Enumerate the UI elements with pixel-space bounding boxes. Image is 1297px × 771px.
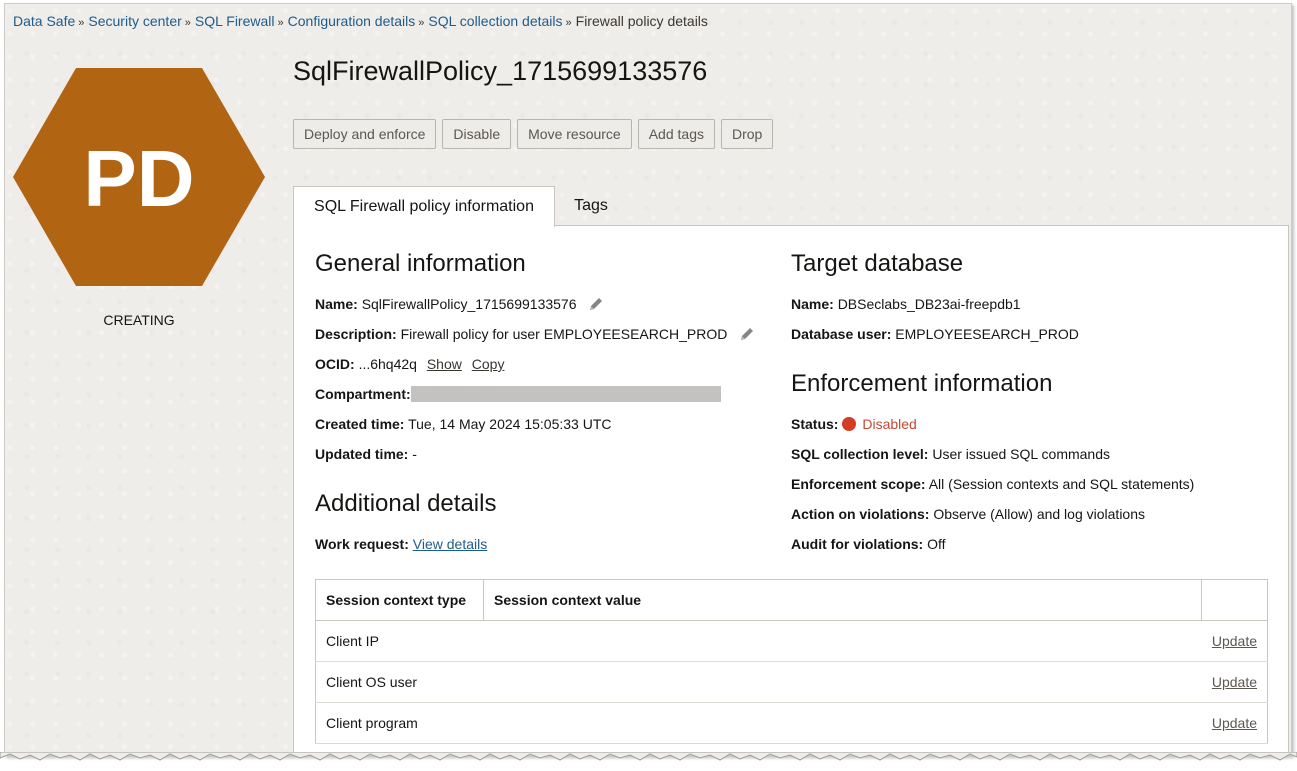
breadcrumb-separator: » bbox=[184, 17, 191, 29]
resource-badge-hexagon: PD bbox=[13, 68, 265, 286]
target-name-label: Name: bbox=[791, 296, 834, 312]
name-label: Name: bbox=[315, 296, 358, 312]
audit-for-violations-row: Audit for violations: Off bbox=[791, 536, 946, 552]
status-label: Status: bbox=[791, 416, 839, 432]
breadcrumb-separator: » bbox=[277, 17, 284, 29]
description-row: Description: Firewall policy for user EM… bbox=[315, 326, 755, 342]
database-user-value: EMPLOYEESEARCH_PROD bbox=[895, 326, 1079, 342]
description-label: Description: bbox=[315, 326, 397, 342]
action-on-violations-value: Observe (Allow) and log violations bbox=[933, 506, 1145, 522]
compartment-label: Compartment: bbox=[315, 386, 411, 402]
database-user-row: Database user: EMPLOYEESEARCH_PROD bbox=[791, 326, 1079, 342]
database-user-label: Database user: bbox=[791, 326, 892, 342]
work-request-row: Work request: View details bbox=[315, 536, 487, 552]
breadcrumb-security-center[interactable]: Security center bbox=[88, 13, 181, 29]
breadcrumb-current: Firewall policy details bbox=[575, 13, 708, 29]
ocid-copy-link[interactable]: Copy bbox=[472, 356, 505, 372]
general-information-heading: General information bbox=[315, 250, 526, 277]
description-value: Firewall policy for user EMPLOYEESEARCH_… bbox=[400, 326, 728, 342]
enforcement-scope-row: Enforcement scope: All (Session contexts… bbox=[791, 476, 1194, 492]
table-header-row: Session context type Session context val… bbox=[315, 579, 1268, 621]
status-value: Disabled bbox=[862, 416, 917, 432]
breadcrumb: Data Safe» Security center» SQL Firewall» C… bbox=[13, 13, 708, 29]
add-tags-button[interactable]: Add tags bbox=[637, 119, 715, 149]
updated-time-row: Updated time: - bbox=[315, 446, 417, 462]
sql-collection-level-row: SQL collection level: User issued SQL co… bbox=[791, 446, 1110, 462]
table-row: Client program Update bbox=[315, 702, 1268, 744]
table-row: Client OS user Update bbox=[315, 661, 1268, 703]
created-time-label: Created time: bbox=[315, 416, 405, 432]
enforcement-scope-value: All (Session contexts and SQL statements… bbox=[928, 476, 1195, 492]
breadcrumb-sql-firewall[interactable]: SQL Firewall bbox=[195, 13, 275, 29]
column-header-session-context-value[interactable]: Session context value bbox=[483, 579, 1202, 621]
breadcrumb-sql-collection-details[interactable]: SQL collection details bbox=[428, 13, 562, 29]
session-context-type-cell: Client OS user bbox=[315, 661, 484, 703]
audit-for-violations-value: Off bbox=[927, 536, 946, 552]
breadcrumb-separator: » bbox=[565, 17, 572, 29]
ocid-value: ...6hq42q bbox=[358, 356, 417, 372]
sql-collection-level-value: User issued SQL commands bbox=[932, 446, 1111, 462]
column-header-session-context-type[interactable]: Session context type bbox=[315, 579, 484, 621]
drop-button[interactable]: Drop bbox=[720, 119, 774, 149]
name-row: Name: SqlFirewallPolicy_1715699133576 bbox=[315, 296, 604, 312]
status-disabled-icon bbox=[842, 417, 857, 431]
edit-name-pencil-icon[interactable] bbox=[588, 296, 604, 312]
enforcement-information-heading: Enforcement information bbox=[791, 370, 1053, 397]
update-client-os-user-link[interactable]: Update bbox=[1212, 674, 1257, 690]
table-row: Client IP Update bbox=[315, 620, 1268, 662]
session-context-value-cell bbox=[483, 702, 1202, 744]
resource-state-label: CREATING bbox=[103, 312, 175, 328]
ocid-show-link[interactable]: Show bbox=[427, 356, 462, 372]
action-on-violations-label: Action on violations: bbox=[791, 506, 930, 522]
created-time-value: Tue, 14 May 2024 15:05:33 UTC bbox=[408, 416, 612, 432]
view-details-link[interactable]: View details bbox=[413, 536, 487, 552]
session-context-type-cell: Client program bbox=[315, 702, 484, 744]
disable-button[interactable]: Disable bbox=[442, 119, 512, 149]
target-name-row: Name: DBSeclabs_DB23ai-freepdb1 bbox=[791, 296, 1021, 312]
policy-information-panel: General information Name: SqlFirewallPol… bbox=[293, 225, 1289, 755]
breadcrumb-data-safe[interactable]: Data Safe bbox=[13, 13, 75, 29]
page-frame: Data Safe» Security center» SQL Firewall» C… bbox=[4, 3, 1292, 756]
update-client-program-link[interactable]: Update bbox=[1212, 715, 1257, 731]
breadcrumb-separator: » bbox=[78, 17, 85, 29]
move-resource-button[interactable]: Move resource bbox=[517, 119, 632, 149]
compartment-redacted-value bbox=[410, 386, 721, 402]
target-name-value: DBSeclabs_DB23ai-freepdb1 bbox=[837, 296, 1021, 312]
created-time-row: Created time: Tue, 14 May 2024 15:05:33 … bbox=[315, 416, 612, 432]
ocid-row: OCID: ...6hq42q Show Copy bbox=[315, 356, 504, 372]
name-value: SqlFirewallPolicy_1715699133576 bbox=[361, 296, 577, 312]
tab-sql-firewall-policy-information[interactable]: SQL Firewall policy information bbox=[293, 186, 555, 227]
additional-details-heading: Additional details bbox=[315, 490, 497, 517]
target-database-heading: Target database bbox=[791, 250, 964, 277]
updated-time-label: Updated time: bbox=[315, 446, 409, 462]
action-toolbar: Deploy and enforce Disable Move resource… bbox=[293, 119, 774, 149]
session-context-type-cell: Client IP bbox=[315, 620, 484, 662]
session-context-table: Session context type Session context val… bbox=[315, 579, 1268, 744]
breadcrumb-separator: » bbox=[418, 17, 425, 29]
page-title: SqlFirewallPolicy_1715699133576 bbox=[293, 56, 708, 86]
enforcement-scope-label: Enforcement scope: bbox=[791, 476, 926, 492]
action-on-violations-row: Action on violations: Observe (Allow) an… bbox=[791, 506, 1145, 522]
session-context-value-cell bbox=[483, 661, 1202, 703]
work-request-label: Work request: bbox=[315, 536, 409, 552]
edit-description-pencil-icon[interactable] bbox=[739, 326, 755, 342]
ocid-label: OCID: bbox=[315, 356, 355, 372]
audit-for-violations-label: Audit for violations: bbox=[791, 536, 924, 552]
updated-time-value: - bbox=[412, 446, 417, 462]
status-row: Status: Disabled bbox=[791, 416, 917, 432]
column-header-actions bbox=[1201, 579, 1268, 621]
deploy-and-enforce-button[interactable]: Deploy and enforce bbox=[293, 119, 437, 149]
session-context-value-cell bbox=[483, 620, 1202, 662]
torn-edge-divider bbox=[0, 752, 1297, 761]
badge-initials: PD bbox=[83, 134, 194, 223]
breadcrumb-configuration-details[interactable]: Configuration details bbox=[288, 13, 416, 29]
sql-collection-level-label: SQL collection level: bbox=[791, 446, 929, 462]
compartment-row: Compartment: bbox=[315, 386, 721, 402]
update-client-ip-link[interactable]: Update bbox=[1212, 633, 1257, 649]
tab-tags[interactable]: Tags bbox=[561, 186, 621, 226]
